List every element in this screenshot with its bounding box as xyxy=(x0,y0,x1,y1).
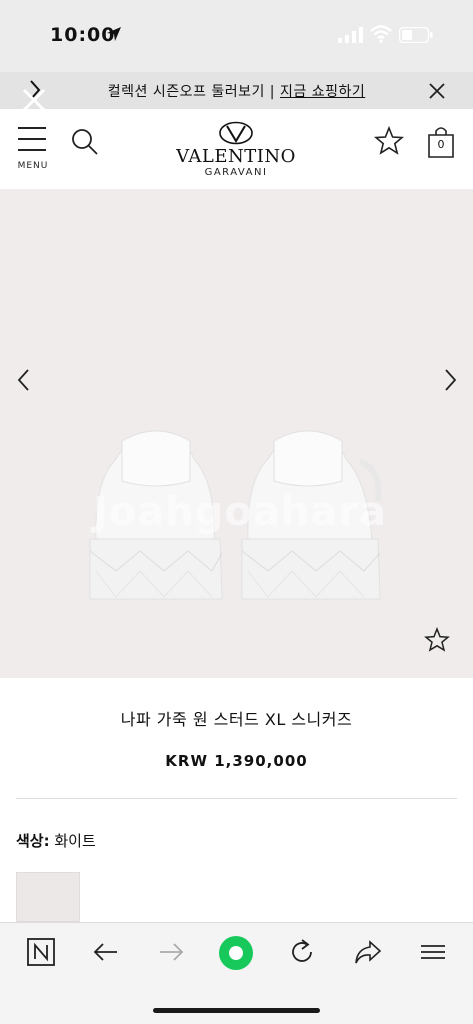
brand-name: VALENTINO xyxy=(176,146,296,167)
shopping-bag-button[interactable]: 0 xyxy=(426,125,456,159)
menu-label: MENU xyxy=(17,161,49,171)
brand-logo[interactable]: VALENTINO GARAVANI xyxy=(176,121,296,183)
divider xyxy=(16,798,457,799)
bag-count: 0 xyxy=(437,138,445,151)
hamburger-menu-icon[interactable] xyxy=(418,937,448,967)
back-arrow-icon[interactable] xyxy=(91,937,121,967)
share-icon[interactable] xyxy=(353,937,383,967)
image-watermark: Joahgoahara xyxy=(92,489,388,535)
forward-arrow-icon[interactable] xyxy=(156,937,186,967)
site-header: MENU VALENTINO GARAVANI 0 xyxy=(0,109,473,189)
product-price: KRW 1,390,000 xyxy=(165,752,308,770)
promo-text[interactable]: 컬렉션 시즌오프 둘러보기 | 지금 쇼핑하기 xyxy=(0,81,473,101)
wishlist-star-icon[interactable] xyxy=(424,627,450,653)
promo-text-main: 컬렉션 시즌오프 둘러보기 | xyxy=(107,84,280,100)
home-indicator xyxy=(153,1008,320,1013)
brand-subname: GARAVANI xyxy=(204,167,268,178)
menu-bar-line xyxy=(18,138,46,140)
promo-shop-link[interactable]: 지금 쇼핑하기 xyxy=(280,84,365,100)
product-title: 나파 가죽 원 스터드 XL 스니커즈 xyxy=(120,710,353,729)
chevron-right-icon[interactable] xyxy=(440,367,460,393)
color-label: 색상: xyxy=(16,832,50,850)
location-arrow-icon xyxy=(107,27,121,41)
status-bar: 10:00 xyxy=(0,0,473,72)
menu-bar-line xyxy=(18,149,46,151)
menu-bar-line xyxy=(18,127,46,129)
refresh-icon[interactable] xyxy=(287,937,317,967)
green-dot-icon[interactable] xyxy=(217,934,255,972)
wishlist-star-icon[interactable] xyxy=(373,125,405,157)
battery-icon xyxy=(399,27,433,43)
naver-n-icon[interactable] xyxy=(26,937,56,967)
search-icon[interactable] xyxy=(70,127,100,157)
valentino-v-logo-icon xyxy=(219,121,253,145)
product-image-gallery[interactable]: Joahgoahara xyxy=(0,189,473,678)
menu-button[interactable]: MENU xyxy=(16,127,50,173)
promo-banner[interactable]: 컬렉션 시즌오프 둘러보기 | 지금 쇼핑하기 xyxy=(0,72,473,109)
color-value: 화이트 xyxy=(49,832,96,850)
close-icon[interactable] xyxy=(424,78,450,104)
chevron-left-icon[interactable] xyxy=(14,367,34,393)
color-row: 색상: 화이트 xyxy=(16,830,96,851)
wifi-icon xyxy=(370,25,392,43)
cellular-signal-icon xyxy=(338,27,363,43)
color-swatch-white[interactable] xyxy=(16,872,80,922)
